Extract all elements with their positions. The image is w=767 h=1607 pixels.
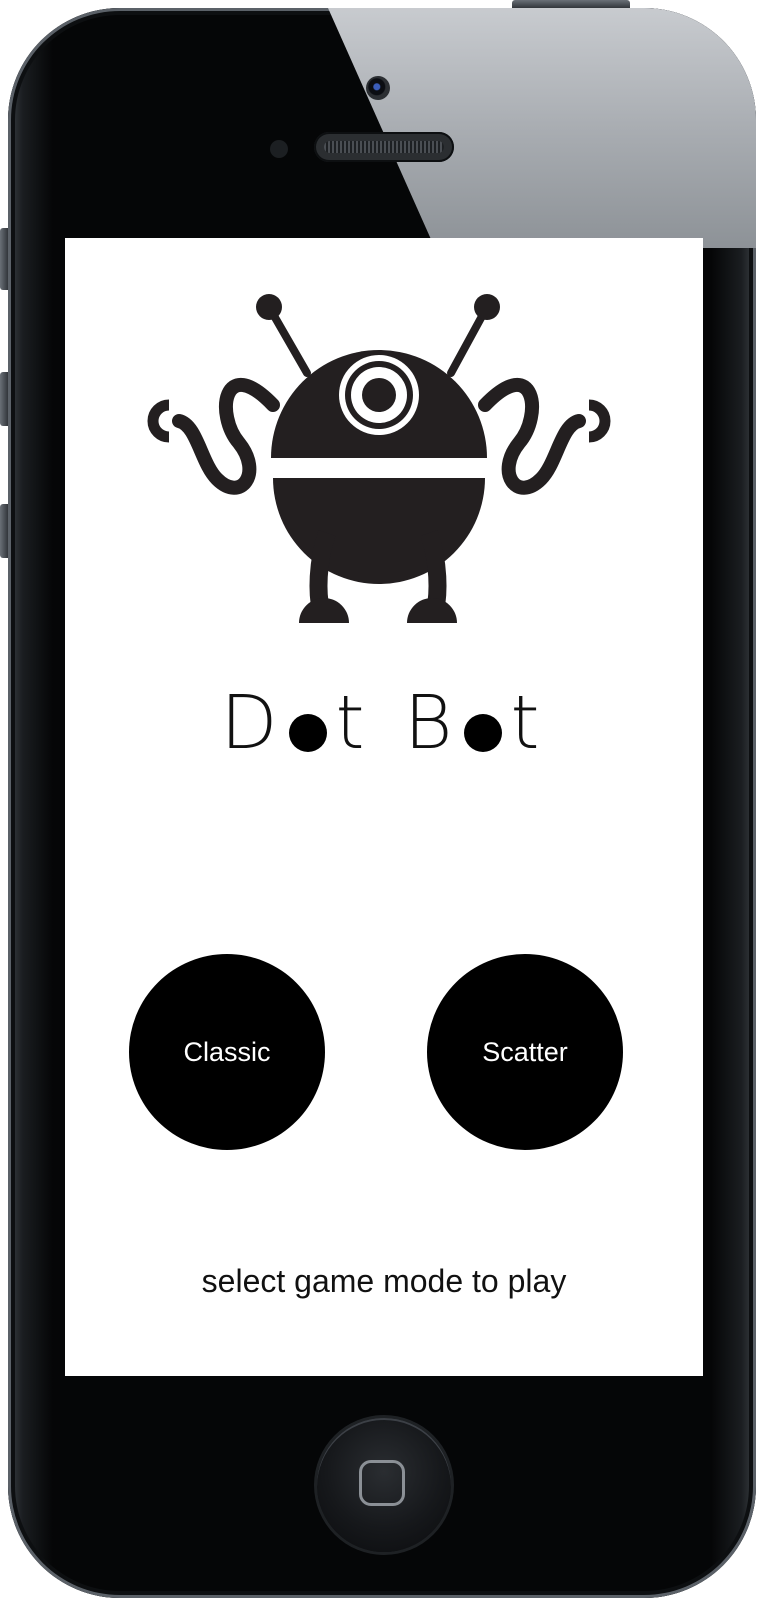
scatter-mode-button[interactable]: Scatter (427, 954, 623, 1150)
title-text-t: t (510, 680, 548, 766)
title-dot-1 (289, 714, 328, 752)
title-text-mid: t B (335, 680, 461, 766)
proximity-sensor (270, 140, 288, 158)
speaker-grill (324, 141, 444, 153)
earpiece-speaker (314, 132, 454, 162)
classic-mode-button[interactable]: Classic (129, 954, 325, 1150)
home-button-icon[interactable] (317, 1418, 451, 1552)
title-text-d: D (220, 680, 286, 766)
robot-icon (147, 294, 611, 623)
front-camera (366, 76, 390, 100)
home-square-icon (359, 1460, 405, 1506)
title-dot-2 (464, 714, 503, 752)
instruction-text: select game mode to play (201, 1263, 567, 1299)
device-mockup: Dt B t Classic Scatter select game mode t… (0, 0, 767, 1607)
app-screen: Dt B t Classic Scatter select game mode t… (65, 238, 703, 1376)
game-title: Dt B t (65, 678, 703, 768)
